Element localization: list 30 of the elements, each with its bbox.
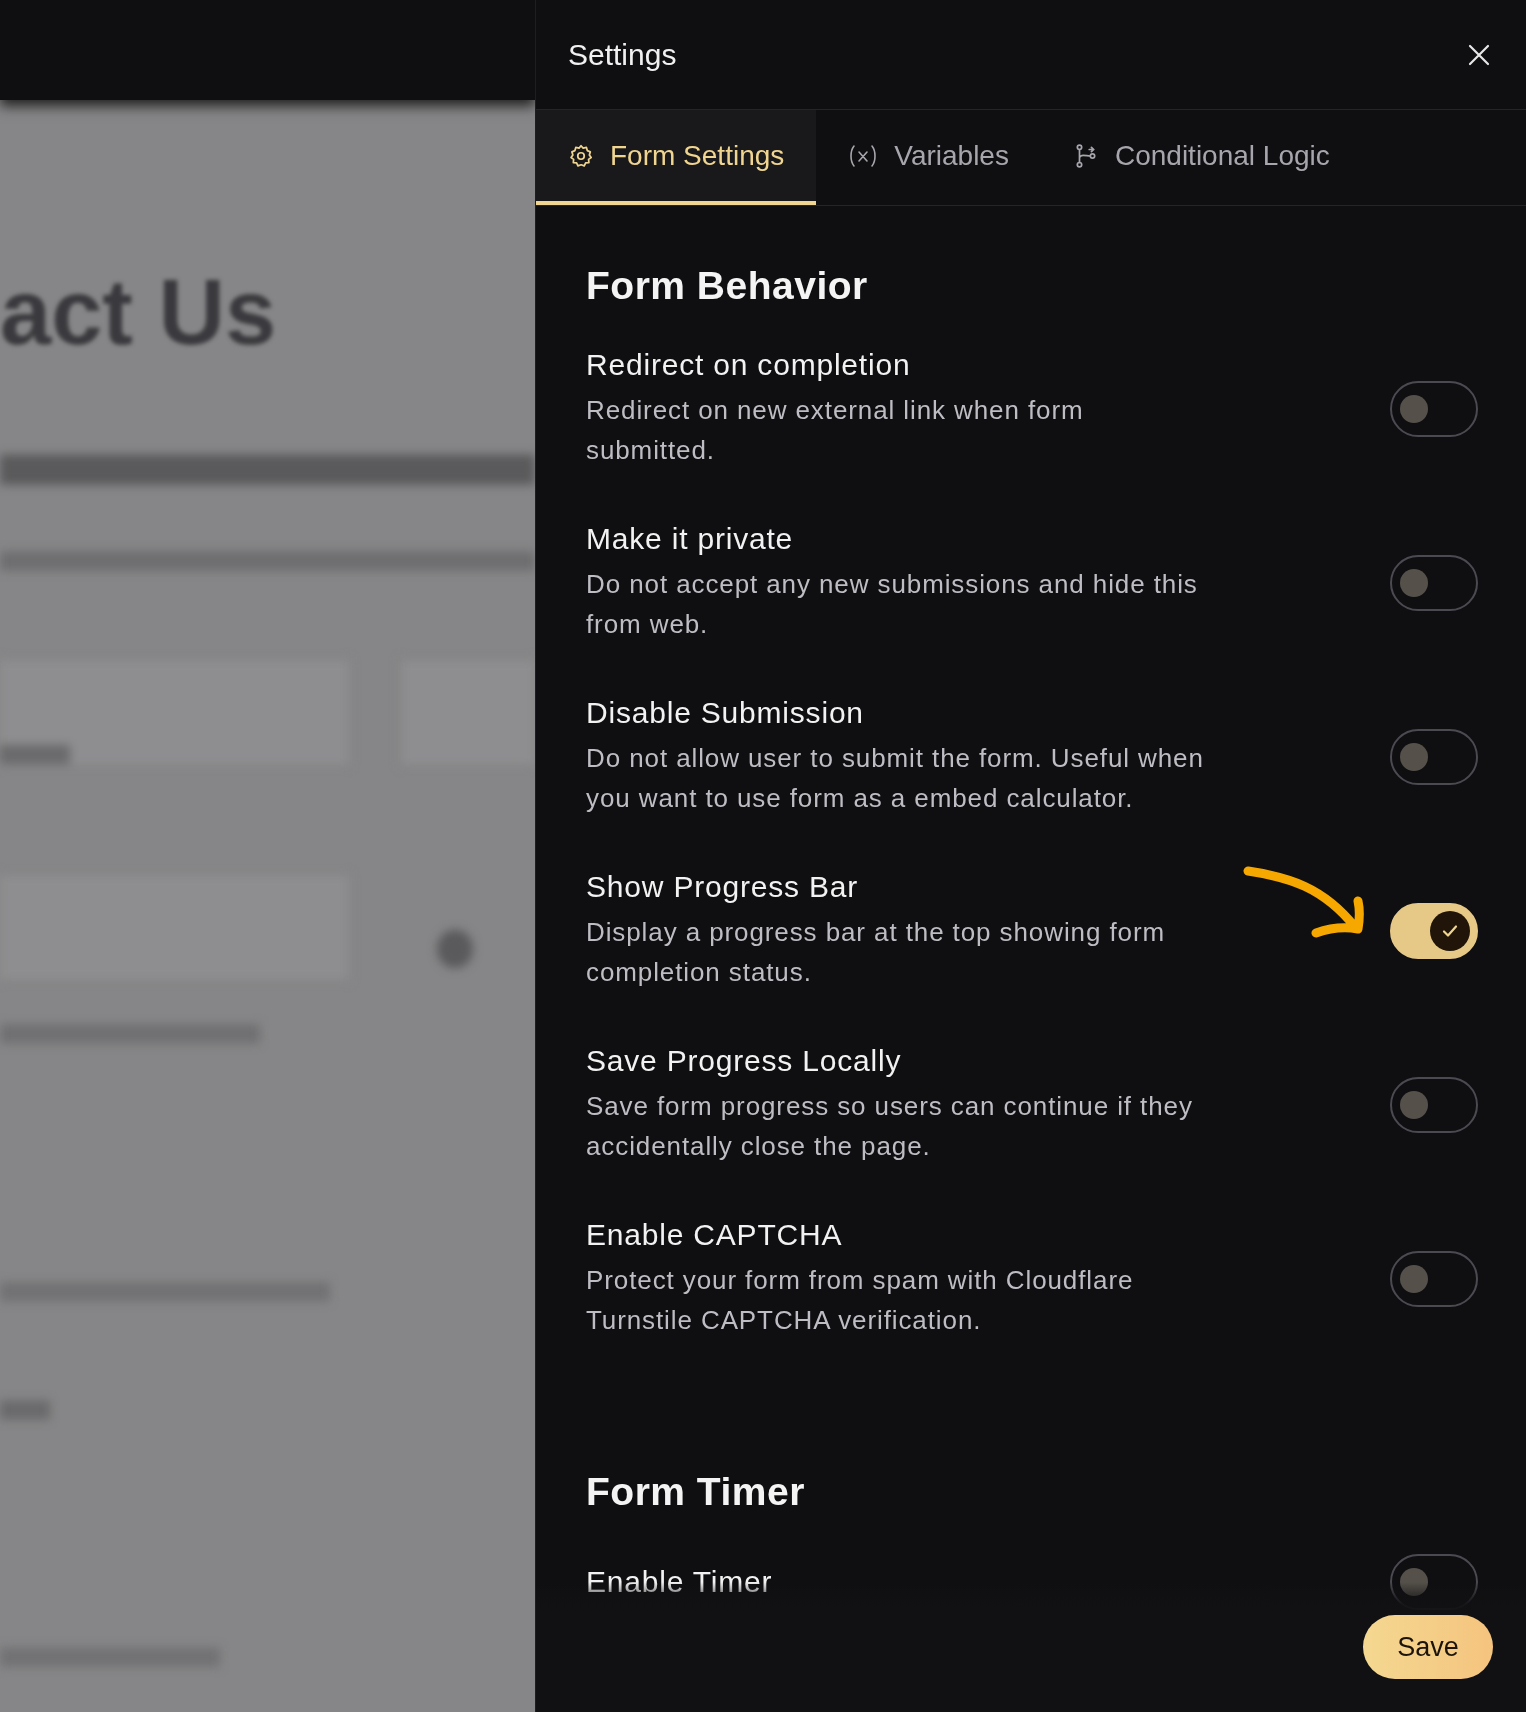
panel-title: Settings [568, 37, 677, 72]
toggle-switch[interactable] [1390, 1077, 1478, 1133]
setting-description: Do not accept any new submissions and hide this from web. [586, 568, 1199, 641]
setting-description: Save form progress so users can continue if they accidentally close the page. [586, 1090, 1194, 1163]
setting-title: Save Progress Locally [586, 1044, 903, 1078]
setting-description: Protect your form from spam with Cloudflare Turnstile CAPTCHA verification. [586, 1264, 1135, 1337]
setting-title: Enable CAPTCHA [586, 1218, 844, 1252]
toggle-switch[interactable] [1390, 729, 1478, 785]
tab[interactable]: Conditional Logic [1040, 110, 1362, 205]
page-heading: act Us [0, 260, 277, 365]
gear-icon [568, 142, 594, 169]
toggle-switch[interactable] [1390, 555, 1478, 611]
variable-icon [848, 142, 879, 169]
section-heading: Form Timer [586, 1470, 806, 1514]
setting-title: Enable Timer [586, 1565, 774, 1599]
setting-description: Redirect on new external link when form submitted. [586, 394, 1085, 467]
toggle-switch[interactable] [1390, 381, 1478, 437]
tab[interactable]: Form Settings [536, 110, 817, 205]
setting-description: Display a progress bar at the top showing form completion status. [586, 916, 1166, 989]
setting-title: Make it private [586, 522, 795, 556]
setting-description: Do not allow user to submit the form. Useful when you want to use form as a embed calculator. [586, 742, 1205, 815]
setting-title: Redirect on completion [586, 348, 912, 382]
close-icon[interactable] [1468, 43, 1490, 66]
toggle-switch[interactable] [1390, 1251, 1478, 1307]
setting-title: Show Progress Bar [586, 870, 860, 904]
section-heading: Form Behavior [586, 264, 869, 308]
toggle-switch[interactable] [1390, 1554, 1478, 1610]
tab[interactable]: Variables [816, 110, 1041, 205]
setting-title: Disable Submission [586, 696, 865, 730]
save-button[interactable]: Save [1363, 1615, 1493, 1679]
